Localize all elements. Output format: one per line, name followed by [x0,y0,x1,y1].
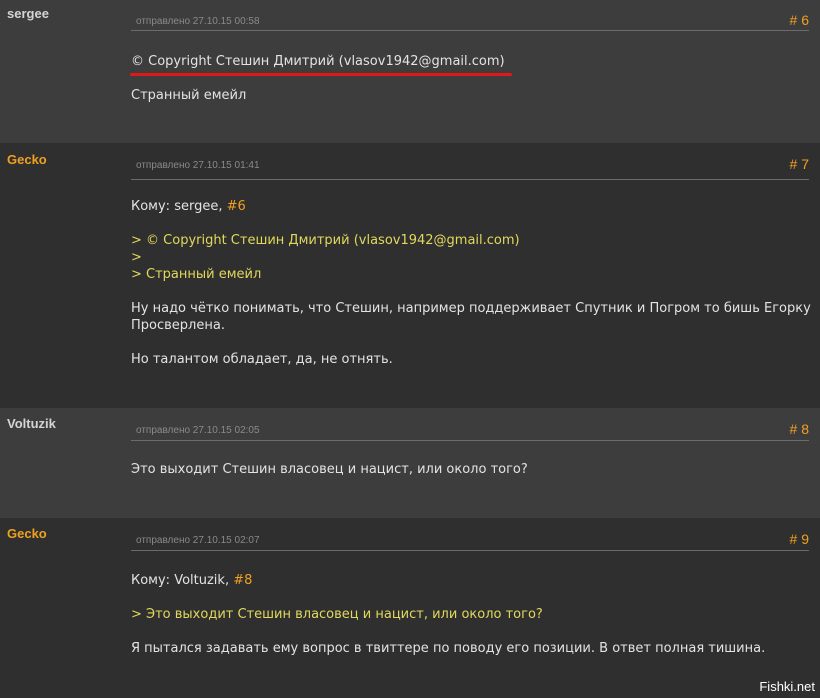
comment-text: Это выходит Стешин власовец и нацист, ил… [131,462,528,477]
quote-line: > [131,250,142,265]
comment-date: отправлено 27.10.15 02:07 [136,535,260,546]
comment-text: © Copyright Стешин Дмитрий (vlasov1942@g… [131,54,505,69]
comment-meta: отправлено 27.10.15 01:41 # 7 [131,143,809,180]
comment-number-link[interactable]: # 8 [790,421,809,437]
reply-ref-link[interactable]: #6 [227,199,246,214]
comment-meta: отправлено 27.10.15 02:05 # 8 [131,408,809,441]
comment-number-link[interactable]: # 7 [790,156,809,172]
reply-to-line: Кому: Voltuzik, #8 [131,572,811,589]
highlight-underline [130,73,512,76]
comment-date: отправлено 27.10.15 01:41 [136,160,260,171]
reply-to-line: Кому: sergee, #6 [131,198,811,215]
comment-body: © Copyright Стешин Дмитрий (vlasov1942@g… [131,53,811,104]
reply-ref-link[interactable]: #8 [233,573,252,588]
comment-author[interactable]: Gecko [7,152,47,167]
reply-to-label: Кому: Voltuzik, [131,573,234,588]
comment-date: отправлено 27.10.15 00:58 [136,16,260,27]
comment-post: Gecko отправлено 27.10.15 02:07 # 9 Кому… [0,518,820,698]
reply-to-label: Кому: sergee, [131,199,227,214]
comment-number-link[interactable]: # 9 [790,531,809,547]
comment-meta: отправлено 27.10.15 00:58 # 6 [131,0,809,31]
comment-text: Странный емейл [131,88,247,103]
site-watermark: Fishki.net [759,679,815,694]
comment-body: Кому: sergee, #6 > © Copyright Стешин Дм… [131,198,811,368]
comment-body: Кому: Voltuzik, #8 > Это выходит Стешин … [131,572,811,657]
comment-text: Я пытался задавать ему вопрос в твиттере… [131,641,766,656]
comment-text: Ну надо чётко понимать, что Стешин, напр… [131,301,811,333]
comment-post: sergee отправлено 27.10.15 00:58 # 6 © C… [0,0,820,143]
comment-post: Gecko отправлено 27.10.15 01:41 # 7 Кому… [0,143,820,408]
quote-line: > Это выходит Стешин власовец и нацист, … [131,607,543,622]
comment-meta: отправлено 27.10.15 02:07 # 9 [131,518,809,551]
comment-author[interactable]: Voltuzik [7,416,56,431]
comment-date: отправлено 27.10.15 02:05 [136,425,260,436]
quote-line: > © Copyright Стешин Дмитрий (vlasov1942… [131,233,520,248]
comment-author[interactable]: sergee [7,6,49,21]
quote-line: > Странный емейл [131,267,262,282]
comment-author[interactable]: Gecko [7,526,47,541]
comment-number-link[interactable]: # 6 [790,12,809,28]
comment-body: Это выходит Стешин власовец и нацист, ил… [131,461,811,478]
comment-post: Voltuzik отправлено 27.10.15 02:05 # 8 Э… [0,408,820,518]
comment-text: Но талантом обладает, да, не отнять. [131,352,393,367]
